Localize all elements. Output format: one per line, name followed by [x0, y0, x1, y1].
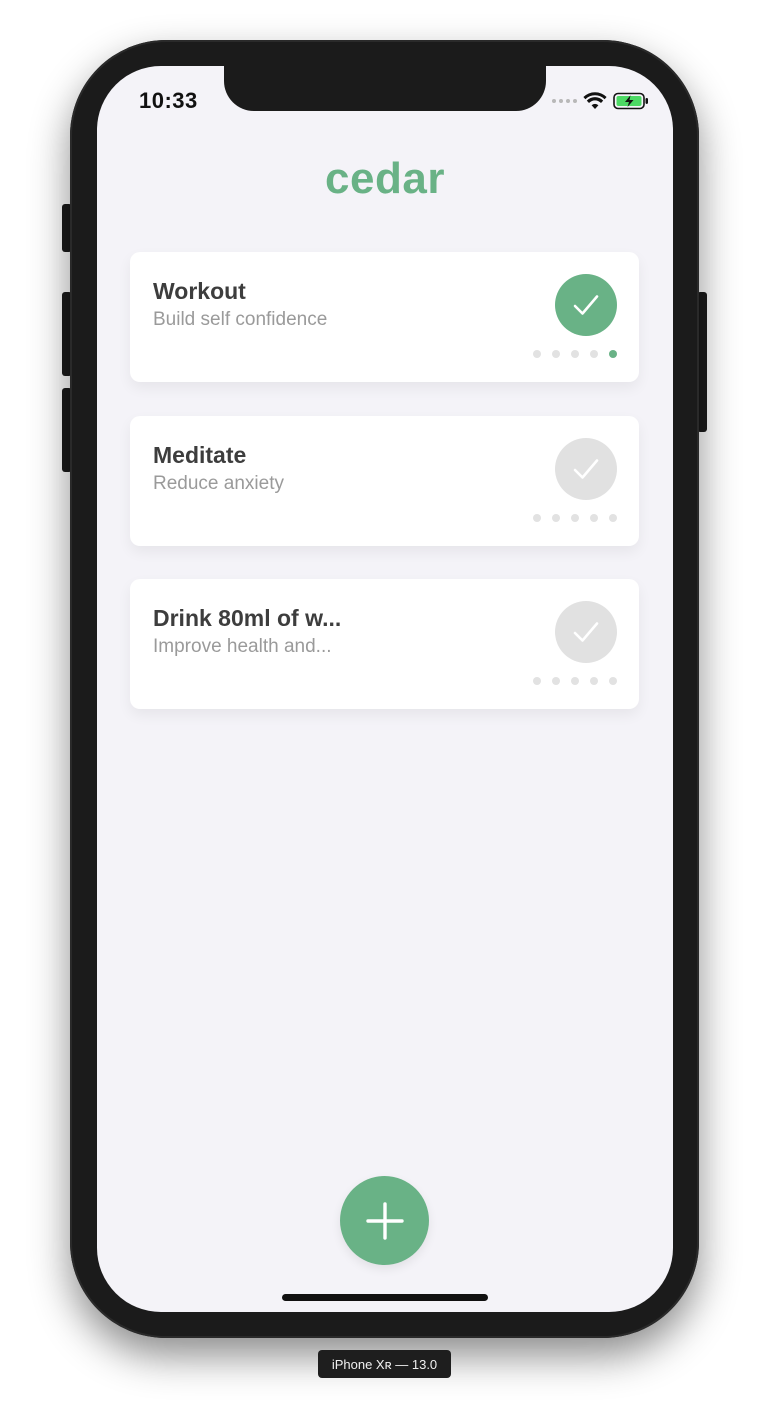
cellular-signal-icon — [552, 99, 577, 103]
app-title: cedar — [325, 154, 445, 203]
streak-dot — [609, 514, 617, 522]
streak-dot — [609, 350, 617, 358]
habit-card-drink-water[interactable]: Drink 80ml of w... Improve health and... — [130, 579, 639, 709]
streak-dot — [571, 350, 579, 358]
status-icons — [552, 90, 649, 112]
streak-dot — [533, 677, 541, 685]
status-time: 10:33 — [139, 88, 198, 113]
habit-card-meditate[interactable]: Meditate Reduce anxiety — [130, 416, 639, 546]
streak-dot — [590, 350, 598, 358]
home-indicator[interactable] — [282, 1294, 488, 1301]
habit-subtitle: Improve health and... — [153, 636, 332, 657]
checkmark-icon — [573, 622, 599, 642]
notch — [224, 66, 546, 111]
streak-dot — [552, 677, 560, 685]
streak-dot — [590, 514, 598, 522]
wifi-icon — [583, 92, 607, 109]
checkmark-icon — [573, 295, 599, 315]
streak-dot — [571, 677, 579, 685]
habit-complete-button[interactable] — [555, 274, 617, 336]
streak-dots — [533, 514, 617, 522]
simulator-device-label: iPhone Xʀ — 13.0 — [318, 1350, 451, 1378]
habit-subtitle: Reduce anxiety — [153, 473, 284, 494]
plus-icon — [365, 1201, 404, 1240]
habit-complete-button[interactable] — [555, 438, 617, 500]
checkmark-icon — [573, 459, 599, 479]
battery-charging-icon — [613, 92, 648, 110]
add-habit-button[interactable] — [340, 1176, 429, 1265]
streak-dot — [590, 677, 598, 685]
habit-title: Meditate — [153, 442, 247, 468]
streak-dots — [533, 677, 617, 685]
streak-dot — [552, 514, 560, 522]
phone-screen: 10:33 cedar Workout Build self confidenc… — [97, 66, 673, 1312]
habit-card-workout[interactable]: Workout Build self confidence — [130, 252, 639, 382]
streak-dot — [571, 514, 579, 522]
habit-subtitle: Build self confidence — [153, 309, 328, 330]
streak-dot — [609, 677, 617, 685]
streak-dot — [552, 350, 560, 358]
streak-dot — [533, 514, 541, 522]
streak-dot — [533, 350, 541, 358]
habit-title: Drink 80ml of w... — [153, 605, 342, 631]
habit-title: Workout — [153, 278, 246, 304]
simulator-stage: 10:33 cedar Workout Build self confidenc… — [0, 0, 769, 1414]
streak-dots — [533, 350, 617, 358]
habit-complete-button[interactable] — [555, 601, 617, 663]
